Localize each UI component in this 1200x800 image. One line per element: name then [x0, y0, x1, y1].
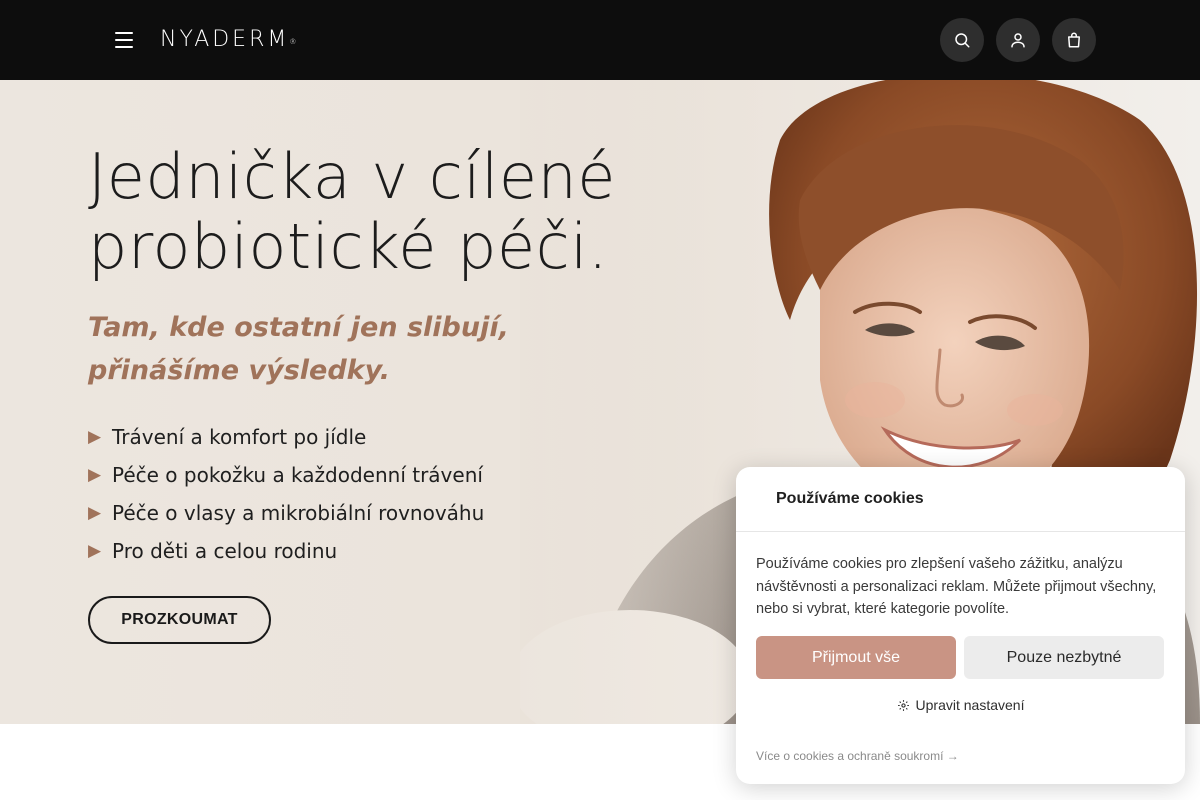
bullet-arrow-icon: ▶ [88, 541, 102, 561]
cart-button[interactable] [1052, 18, 1096, 62]
logo-text: NYADERM [160, 27, 290, 52]
list-item-label: Péče o pokožku a každodenní trávení [112, 463, 483, 487]
hero-subtitle-line1: Tam, kde ostatní jen slibují, [88, 312, 509, 343]
bullet-arrow-icon: ▶ [88, 503, 102, 523]
bullet-arrow-icon: ▶ [88, 427, 102, 447]
bullet-arrow-icon: ▶ [88, 465, 102, 485]
benefit-list: ▶ Trávení a komfort po jídle ▶ Péče o poko… [88, 418, 484, 570]
gear-icon [897, 699, 909, 711]
search-button[interactable] [940, 18, 984, 62]
account-button[interactable] [996, 18, 1040, 62]
cookie-header: Používáme cookies [736, 467, 1185, 532]
necessary-only-button[interactable]: Pouze nezbytné [964, 636, 1164, 679]
site-header: NYADERM® [0, 0, 1200, 80]
cookie-consent-dialog: Používáme cookies Používáme cookies pro … [736, 467, 1185, 784]
edit-settings-link[interactable]: Upravit nastavení [736, 697, 1185, 713]
hero-title-line2: probiotické péči. [88, 210, 609, 283]
list-item: ▶ Péče o vlasy a mikrobiální rovnováhu [88, 494, 484, 532]
cookie-description: Používáme cookies pro zlepšení vašeho zá… [756, 556, 1157, 617]
hero-subtitle: Tam, kde ostatní jen slibují, přinášíme … [88, 306, 588, 392]
list-item-label: Trávení a komfort po jídle [112, 425, 367, 449]
brand-logo[interactable]: NYADERM® [160, 26, 296, 54]
menu-icon[interactable] [112, 28, 138, 52]
registered-mark: ® [289, 38, 297, 46]
privacy-link[interactable]: Více o cookies a ochraně soukromí → [756, 749, 959, 763]
hero-title: Jednička v cílené probiotické péči. [88, 142, 688, 282]
edit-settings-label: Upravit nastavení [915, 697, 1025, 713]
list-item-label: Péče o vlasy a mikrobiální rovnováhu [112, 501, 485, 525]
cookie-title: Používáme cookies [776, 490, 924, 507]
hero-title-line1: Jednička v cílené [88, 140, 616, 213]
list-item: ▶ Trávení a komfort po jídle [88, 418, 484, 456]
user-icon [1011, 33, 1025, 48]
hero-subtitle-line2: přinášíme výsledky. [88, 355, 391, 386]
explore-button[interactable]: PROZKOUMAT [88, 596, 271, 644]
bag-icon [1068, 32, 1080, 48]
list-item: ▶ Péče o pokožku a každodenní trávení [88, 456, 484, 494]
accept-all-button[interactable]: Přijmout vše [756, 636, 956, 679]
list-item: ▶ Pro děti a celou rodinu [88, 532, 484, 570]
search-icon [955, 33, 970, 48]
list-item-label: Pro děti a celou rodinu [112, 539, 338, 563]
